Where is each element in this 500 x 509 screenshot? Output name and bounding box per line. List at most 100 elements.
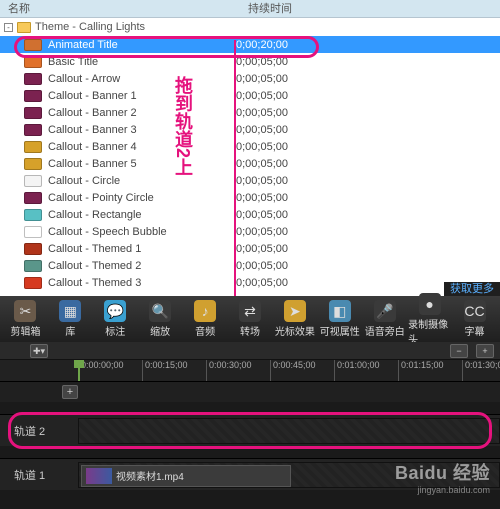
- toolbar-转场[interactable]: ⇄转场: [229, 300, 272, 338]
- item-icon: [24, 277, 42, 289]
- item-name: Callout - Speech Bubble: [48, 226, 236, 238]
- toolbar-剪辑箱[interactable]: ✂剪辑箱: [4, 300, 47, 338]
- list-item[interactable]: Callout - Banner 30;00;05;00: [0, 121, 500, 138]
- toolbar-icon: 🔍: [149, 300, 171, 322]
- timeline-area: ✚▾ − + 0:00:00;000:00:15;000:00:30;000:0…: [0, 342, 500, 509]
- toolbar-icon: ♪: [194, 300, 216, 322]
- list-item[interactable]: Callout - Circle0;00;05;00: [0, 172, 500, 189]
- item-duration: 0;00;05;00: [236, 141, 316, 153]
- toolbar-icon: ⇄: [239, 300, 261, 322]
- item-duration: 0;00;05;00: [236, 209, 316, 221]
- toolbar-label: 缩放: [150, 323, 170, 338]
- collapse-icon[interactable]: -: [4, 23, 13, 32]
- item-icon: [24, 124, 42, 136]
- item-duration: 0;00;05;00: [236, 56, 316, 68]
- item-duration: 0;00;05;00: [236, 124, 316, 136]
- item-duration: 0;00;05;00: [236, 192, 316, 204]
- toolbar-icon: ▦: [59, 300, 81, 322]
- ruler-tick: 0:00:45;00: [270, 360, 316, 381]
- col-duration-header: 持续时间: [240, 0, 400, 17]
- item-duration: 0;00;05;00: [236, 73, 316, 85]
- item-icon: [24, 209, 42, 221]
- item-icon: [24, 56, 42, 68]
- toolbar-label: 剪辑箱: [10, 323, 40, 338]
- toolbar-label: 录制摄像头: [408, 316, 451, 346]
- tool-menu-button[interactable]: ✚▾: [30, 344, 48, 358]
- toolbar-icon: 💬: [104, 300, 126, 322]
- list-item[interactable]: Callout - Speech Bubble0;00;05;00: [0, 223, 500, 240]
- list-item[interactable]: Callout - Themed 20;00;05;00: [0, 257, 500, 274]
- list-item[interactable]: Callout - Themed 10;00;05;00: [0, 240, 500, 257]
- list-item[interactable]: Callout - Banner 40;00;05;00: [0, 138, 500, 155]
- list-item[interactable]: Animated Title0;00;20;00: [0, 36, 500, 53]
- toolbar-label: 可视属性: [320, 323, 360, 338]
- item-name: Callout - Circle: [48, 175, 236, 187]
- toolbar-音频[interactable]: ♪音频: [184, 300, 227, 338]
- toolbar-icon: CC: [464, 300, 486, 322]
- add-track-button[interactable]: +: [62, 385, 78, 399]
- annotation-text: 拖到轨道2上: [172, 76, 194, 176]
- list-item[interactable]: Callout - Themed 30;00;05;00: [0, 274, 500, 291]
- track-2[interactable]: 轨道 2: [0, 414, 500, 446]
- ruler-tick: 0:00:30;00: [206, 360, 252, 381]
- toolbar-缩放[interactable]: 🔍缩放: [139, 300, 182, 338]
- item-name: Callout - Themed 3: [48, 277, 236, 289]
- item-icon: [24, 141, 42, 153]
- item-duration: 0;00;05;00: [236, 226, 316, 238]
- item-icon: [24, 73, 42, 85]
- toolbar-标注[interactable]: 💬标注: [94, 300, 137, 338]
- list-item[interactable]: Basic Title0;00;05;00: [0, 53, 500, 70]
- item-icon: [24, 158, 42, 170]
- toolbar-可视属性[interactable]: ◧可视属性: [318, 300, 361, 338]
- item-name: Callout - Themed 2: [48, 260, 236, 272]
- col-name-header: 名称: [0, 0, 240, 17]
- list-item[interactable]: Callout - Banner 50;00;05;00: [0, 155, 500, 172]
- video-clip[interactable]: 视频素材1.mp4: [81, 465, 291, 487]
- toolbar-icon: ✂: [14, 300, 36, 322]
- item-duration: 0;00;20;00: [236, 39, 316, 51]
- playhead[interactable]: [78, 360, 80, 381]
- toolbar-label: 语音旁白: [365, 323, 405, 338]
- track-1-lane[interactable]: 视频素材1.mp4: [78, 462, 500, 488]
- main-toolbar: ✂剪辑箱▦库💬标注🔍缩放♪音频⇄转场➤光标效果◧可视属性🎤语音旁白●录制摄像头C…: [0, 296, 500, 342]
- item-name: Callout - Banner 4: [48, 141, 236, 153]
- ruler-tick: 0:01:30;00: [462, 360, 500, 381]
- item-name: Callout - Arrow: [48, 73, 236, 85]
- zoom-in-button[interactable]: +: [476, 344, 494, 358]
- list-item[interactable]: Callout - Banner 10;00;05;00: [0, 87, 500, 104]
- add-track-row: +: [0, 382, 500, 402]
- toolbar-语音旁白[interactable]: 🎤语音旁白: [363, 300, 406, 338]
- list-item[interactable]: Callout - Pointy Circle0;00;05;00: [0, 189, 500, 206]
- folder-icon: [17, 22, 31, 33]
- item-duration: 0;00;05;00: [236, 90, 316, 102]
- time-ruler[interactable]: 0:00:00;000:00:15;000:00:30;000:00:45;00…: [0, 360, 500, 382]
- track-2-label: 轨道 2: [0, 423, 78, 439]
- item-icon: [24, 260, 42, 272]
- list-header: 名称 持续时间: [0, 0, 500, 18]
- media-list: - Theme - Calling Lights Animated Title0…: [0, 18, 500, 296]
- item-duration: 0;00;05;00: [236, 260, 316, 272]
- zoom-out-button[interactable]: −: [450, 344, 468, 358]
- track-2-lane[interactable]: [78, 418, 500, 444]
- toolbar-光标效果[interactable]: ➤光标效果: [273, 300, 316, 338]
- toolbar-字幕[interactable]: CC字幕: [453, 300, 496, 338]
- track-1[interactable]: 轨道 1 视频素材1.mp4: [0, 458, 500, 490]
- folder-row[interactable]: - Theme - Calling Lights: [0, 18, 500, 36]
- ruler-tick: 0:00:00;00: [78, 360, 124, 381]
- list-item[interactable]: Callout - Arrow0;00;05;00: [0, 70, 500, 87]
- toolbar-label: 光标效果: [275, 323, 315, 338]
- list-item[interactable]: Callout - Rectangle0;00;05;00: [0, 206, 500, 223]
- toolbar-label: 字幕: [465, 323, 485, 338]
- ruler-tick: 0:01:15;00: [398, 360, 444, 381]
- item-name: Callout - Banner 3: [48, 124, 236, 136]
- get-more-link[interactable]: 获取更多: [444, 282, 500, 296]
- folder-name: Theme - Calling Lights: [35, 21, 145, 33]
- list-item[interactable]: Callout - Banner 20;00;05;00: [0, 104, 500, 121]
- ruler-tick: 0:01:00;00: [334, 360, 380, 381]
- toolbar-录制摄像头[interactable]: ●录制摄像头: [408, 293, 451, 346]
- item-duration: 0;00;05;00: [236, 277, 316, 289]
- toolbar-icon: ➤: [284, 300, 306, 322]
- item-icon: [24, 175, 42, 187]
- toolbar-库[interactable]: ▦库: [49, 300, 92, 338]
- item-icon: [24, 243, 42, 255]
